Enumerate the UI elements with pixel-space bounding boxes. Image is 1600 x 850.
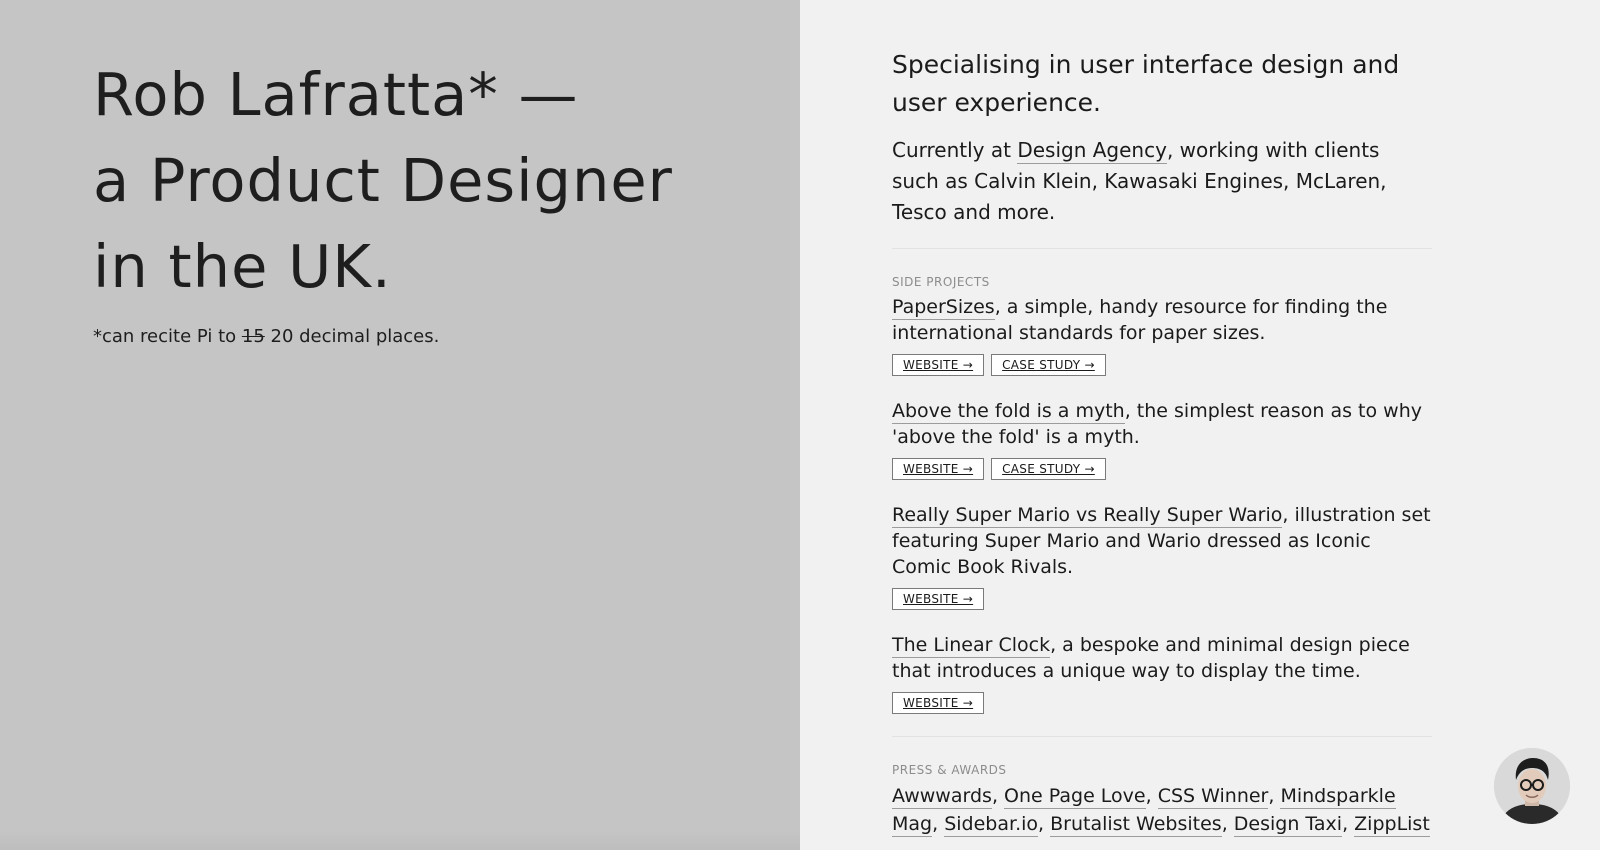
press-awards-label: PRESS & AWARDS xyxy=(892,763,1007,777)
project-buttons: WEBSITE → CASE STUDY → xyxy=(892,458,1432,480)
website-button[interactable]: WEBSITE → xyxy=(892,458,985,480)
case-study-button[interactable]: CASE STUDY → xyxy=(991,458,1106,480)
hero-heading: Rob Lafratta* — a Product Designer in th… xyxy=(93,52,673,310)
project-buttons: WEBSITE → xyxy=(892,692,1432,714)
left-panel: Rob Lafratta* — a Product Designer in th… xyxy=(0,0,800,850)
press-link[interactable]: CSS Winner xyxy=(1157,785,1269,809)
press-link[interactable]: Brutalist Websites xyxy=(1050,813,1222,837)
project-item: Really Super Mario vs Really Super Wario… xyxy=(892,502,1432,610)
side-projects-label: SIDE PROJECTS xyxy=(892,275,990,289)
project-text: Above the fold is a myth, the simplest r… xyxy=(892,398,1432,450)
project-text: PaperSizes, a simple, handy resource for… xyxy=(892,294,1432,346)
divider xyxy=(892,248,1432,249)
press-sep: , xyxy=(1221,813,1234,835)
footnote-suffix: 20 decimal places. xyxy=(264,326,440,347)
current-text: Currently at Design Agency, working with… xyxy=(892,135,1432,228)
press-sep: , xyxy=(991,785,1005,807)
avatar-portrait xyxy=(1494,748,1570,824)
hero-line-3: in the UK. xyxy=(93,232,392,301)
press-sep: , xyxy=(1038,813,1051,835)
press-link[interactable]: Awwwards xyxy=(892,785,992,809)
press-sep: , xyxy=(1342,813,1355,835)
bottom-shadow xyxy=(0,830,800,850)
project-title-link[interactable]: The Linear Clock xyxy=(892,634,1051,658)
press-link[interactable]: Sidebar.io xyxy=(944,813,1039,837)
project-item: Above the fold is a myth, the simplest r… xyxy=(892,398,1432,480)
project-title-link[interactable]: Above the fold is a myth xyxy=(892,400,1125,424)
divider xyxy=(892,736,1432,737)
content-column: Specialising in user interface design an… xyxy=(892,46,1432,838)
hero-footnote: *can recite Pi to 15 20 decimal places. xyxy=(93,326,439,347)
hero-line-1: Rob Lafratta* — xyxy=(93,60,579,129)
project-text: The Linear Clock, a bespoke and minimal … xyxy=(892,632,1432,684)
website-button[interactable]: WEBSITE → xyxy=(892,588,985,610)
project-title-link[interactable]: Really Super Mario vs Really Super Wario xyxy=(892,504,1283,528)
project-text: Really Super Mario vs Really Super Wario… xyxy=(892,502,1432,580)
project-title-link[interactable]: PaperSizes xyxy=(892,296,995,320)
footnote-strike: 15 xyxy=(241,326,265,347)
press-sep: , xyxy=(1268,785,1281,807)
avatar-icon[interactable] xyxy=(1494,748,1570,824)
press-link[interactable]: One Page Love xyxy=(1004,785,1146,809)
press-list: Awwwards, One Page Love, CSS Winner, Min… xyxy=(892,782,1432,838)
website-button[interactable]: WEBSITE → xyxy=(892,692,985,714)
design-agency-link[interactable]: Design Agency xyxy=(1017,138,1167,164)
project-item: PaperSizes, a simple, handy resource for… xyxy=(892,294,1432,376)
footnote-prefix: *can recite Pi to xyxy=(93,326,242,347)
intro-text: Specialising in user interface design an… xyxy=(892,50,1400,117)
current-prefix: Currently at xyxy=(892,138,1018,162)
project-buttons: WEBSITE → xyxy=(892,588,1432,610)
right-panel: Specialising in user interface design an… xyxy=(800,0,1600,850)
press-link[interactable]: ZippList xyxy=(1354,813,1430,837)
project-buttons: WEBSITE → CASE STUDY → xyxy=(892,354,1432,376)
press-sep: , xyxy=(932,813,945,835)
project-item: The Linear Clock, a bespoke and minimal … xyxy=(892,632,1432,714)
website-button[interactable]: WEBSITE → xyxy=(892,354,985,376)
case-study-button[interactable]: CASE STUDY → xyxy=(991,354,1106,376)
press-sep: , xyxy=(1145,785,1158,807)
hero-line-2: a Product Designer xyxy=(93,146,673,215)
press-link[interactable]: Design Taxi xyxy=(1233,813,1343,837)
